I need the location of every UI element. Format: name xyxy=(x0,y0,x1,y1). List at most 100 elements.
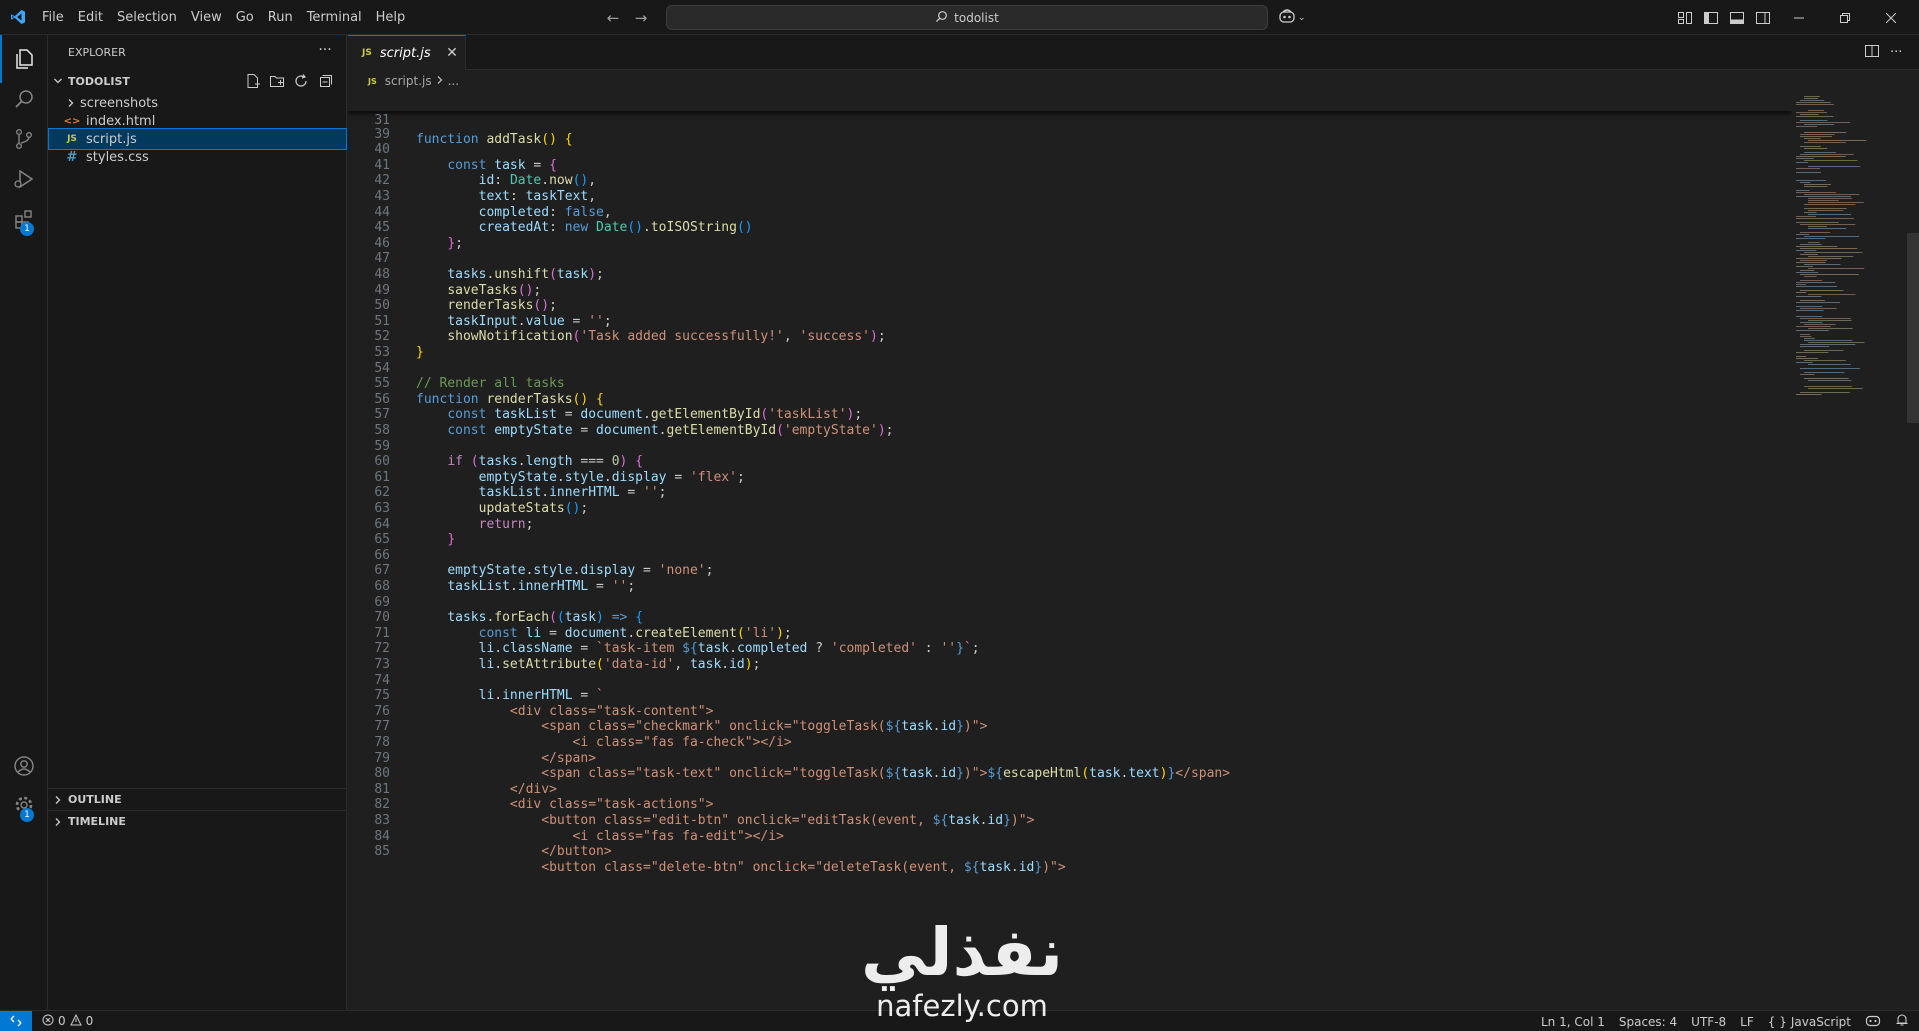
minimap-line xyxy=(1796,104,1835,105)
command-center-search[interactable]: todolist xyxy=(666,5,1268,30)
code-line: 57 const emptyState = document.getElemen… xyxy=(348,392,1792,438)
close-window-icon[interactable] xyxy=(1868,0,1914,35)
back-arrow-icon[interactable]: ← xyxy=(604,9,622,27)
minimap-line xyxy=(1796,192,1837,193)
breadcrumb-file[interactable]: script.js xyxy=(385,74,432,88)
language-mode[interactable]: { } JavaScript xyxy=(1768,1015,1851,1029)
vertical-scrollbar-thumb[interactable] xyxy=(1907,233,1919,423)
navigation-arrows: ← → xyxy=(604,0,650,35)
minimap-line xyxy=(1800,280,1823,281)
minimap-line xyxy=(1804,276,1817,277)
menu-help[interactable]: Help xyxy=(369,0,413,35)
code-line: 47 tasks.unshift(task); xyxy=(348,236,1792,282)
code-line: 76 <span class="checkmark" onclick="togg… xyxy=(348,688,1792,735)
minimap-line xyxy=(1808,228,1847,229)
minimap-line xyxy=(1796,266,1814,267)
sticky-scroll-line[interactable]: 31 function addTask() { xyxy=(348,92,1792,147)
code-line: 67 taskList.innerHTML = ''; xyxy=(348,548,1792,594)
warning-icon xyxy=(69,1013,82,1029)
tab-script-js[interactable]: JS script.js ✕ xyxy=(348,35,466,70)
remote-indicator-icon[interactable] xyxy=(0,1010,32,1031)
split-editor-icon[interactable] xyxy=(1864,43,1880,63)
problems-indicator[interactable]: 0 0 xyxy=(42,1013,93,1029)
minimap[interactable] xyxy=(1792,92,1907,1010)
code-line: 69 tasks.forEach((task) => { xyxy=(348,579,1792,626)
minimap-line xyxy=(1800,182,1811,183)
code-line: 60 emptyState.style.display = 'flex'; xyxy=(348,439,1792,485)
code-line: 48 saveTasks(); xyxy=(348,251,1792,298)
minimap-line xyxy=(1796,218,1854,219)
settings-gear-icon[interactable]: 1 xyxy=(0,781,48,829)
minimap-line xyxy=(1804,148,1828,149)
minimize-icon[interactable] xyxy=(1776,0,1822,35)
minimap-line xyxy=(1796,362,1813,363)
indentation[interactable]: Spaces: 4 xyxy=(1619,1015,1677,1029)
extensions-icon[interactable]: 1 xyxy=(0,195,48,243)
editor-actions: ··· xyxy=(1864,35,1902,70)
forward-arrow-icon[interactable]: → xyxy=(632,9,650,27)
code-editor[interactable]: 31 function addTask() { 39 40 const task… xyxy=(348,92,1792,1010)
minimap-line xyxy=(1808,294,1856,295)
minimap-line xyxy=(1800,368,1860,369)
tree-item-styles-css[interactable]: # styles.css xyxy=(48,146,347,168)
copilot-menu-button[interactable]: ⌄ xyxy=(1278,8,1312,28)
code-line: 52 } xyxy=(348,314,1792,360)
more-actions-icon[interactable]: ··· xyxy=(1890,45,1902,60)
toggle-panel-icon[interactable] xyxy=(1728,9,1746,27)
minimap-line xyxy=(1804,124,1835,125)
customize-layout-icon[interactable] xyxy=(1676,9,1694,27)
cursor-position[interactable]: Ln 1, Col 1 xyxy=(1541,1015,1605,1029)
menu-edit[interactable]: Edit xyxy=(71,0,110,35)
minimap-line xyxy=(1804,264,1841,265)
copilot-status-icon[interactable] xyxy=(1865,1013,1881,1030)
restore-icon[interactable] xyxy=(1822,0,1868,35)
minimap-line xyxy=(1800,290,1844,291)
minimap-line xyxy=(1796,162,1808,163)
minimap-line xyxy=(1800,308,1837,309)
menu-go[interactable]: Go xyxy=(229,0,261,35)
minimap-line xyxy=(1796,352,1829,353)
minimap-line xyxy=(1804,236,1860,237)
timeline-section-header[interactable]: TIMELINE xyxy=(48,810,347,832)
end-of-line[interactable]: LF xyxy=(1740,1015,1754,1029)
minimap-line xyxy=(1808,364,1851,365)
minimap-line xyxy=(1808,328,1853,329)
minimap-line xyxy=(1800,374,1815,375)
close-icon[interactable]: ✕ xyxy=(444,45,460,61)
toggle-secondary-sidebar-icon[interactable] xyxy=(1754,9,1772,27)
minimap-line xyxy=(1808,140,1867,141)
minimap-line xyxy=(1796,302,1841,303)
breadcrumb-rest[interactable]: ... xyxy=(448,74,459,88)
outline-section-header[interactable]: OUTLINE xyxy=(48,788,347,810)
new-file-icon[interactable] xyxy=(244,72,262,90)
toggle-primary-sidebar-icon[interactable] xyxy=(1702,9,1720,27)
menu-run[interactable]: Run xyxy=(261,0,300,35)
minimap-line xyxy=(1804,152,1837,153)
code-line: 63 return; xyxy=(348,485,1792,532)
layout-controls xyxy=(1676,0,1772,35)
minimap-line xyxy=(1800,244,1822,245)
menu-view[interactable]: View xyxy=(184,0,229,35)
minimap-line xyxy=(1804,184,1831,185)
braces-icon: { } xyxy=(1767,1014,1787,1029)
menu-terminal[interactable]: Terminal xyxy=(300,0,369,35)
code-line: 82 <button class="edit-btn" onclick="edi… xyxy=(348,782,1792,828)
refresh-icon[interactable] xyxy=(292,72,310,90)
encoding[interactable]: UTF-8 xyxy=(1691,1015,1726,1029)
minimap-line xyxy=(1800,232,1831,233)
collapse-all-icon[interactable] xyxy=(316,72,334,90)
menu-selection[interactable]: Selection xyxy=(110,0,184,35)
breadcrumb: JS script.js ... xyxy=(348,70,1919,92)
code-line: 53 xyxy=(348,329,1792,360)
minimap-lines xyxy=(1796,96,1867,395)
minimap-line xyxy=(1796,258,1842,259)
minimap-line xyxy=(1800,270,1815,271)
menu-file[interactable]: File xyxy=(35,0,71,35)
more-actions-icon[interactable]: ··· xyxy=(316,43,334,62)
notifications-bell-icon[interactable] xyxy=(1895,1013,1909,1030)
code-line: 58 xyxy=(348,407,1792,438)
new-folder-icon[interactable] xyxy=(268,72,286,90)
minimap-line xyxy=(1808,210,1844,211)
minimap-line xyxy=(1804,98,1818,99)
code-line: 66 emptyState.style.display = 'none'; xyxy=(348,532,1792,579)
